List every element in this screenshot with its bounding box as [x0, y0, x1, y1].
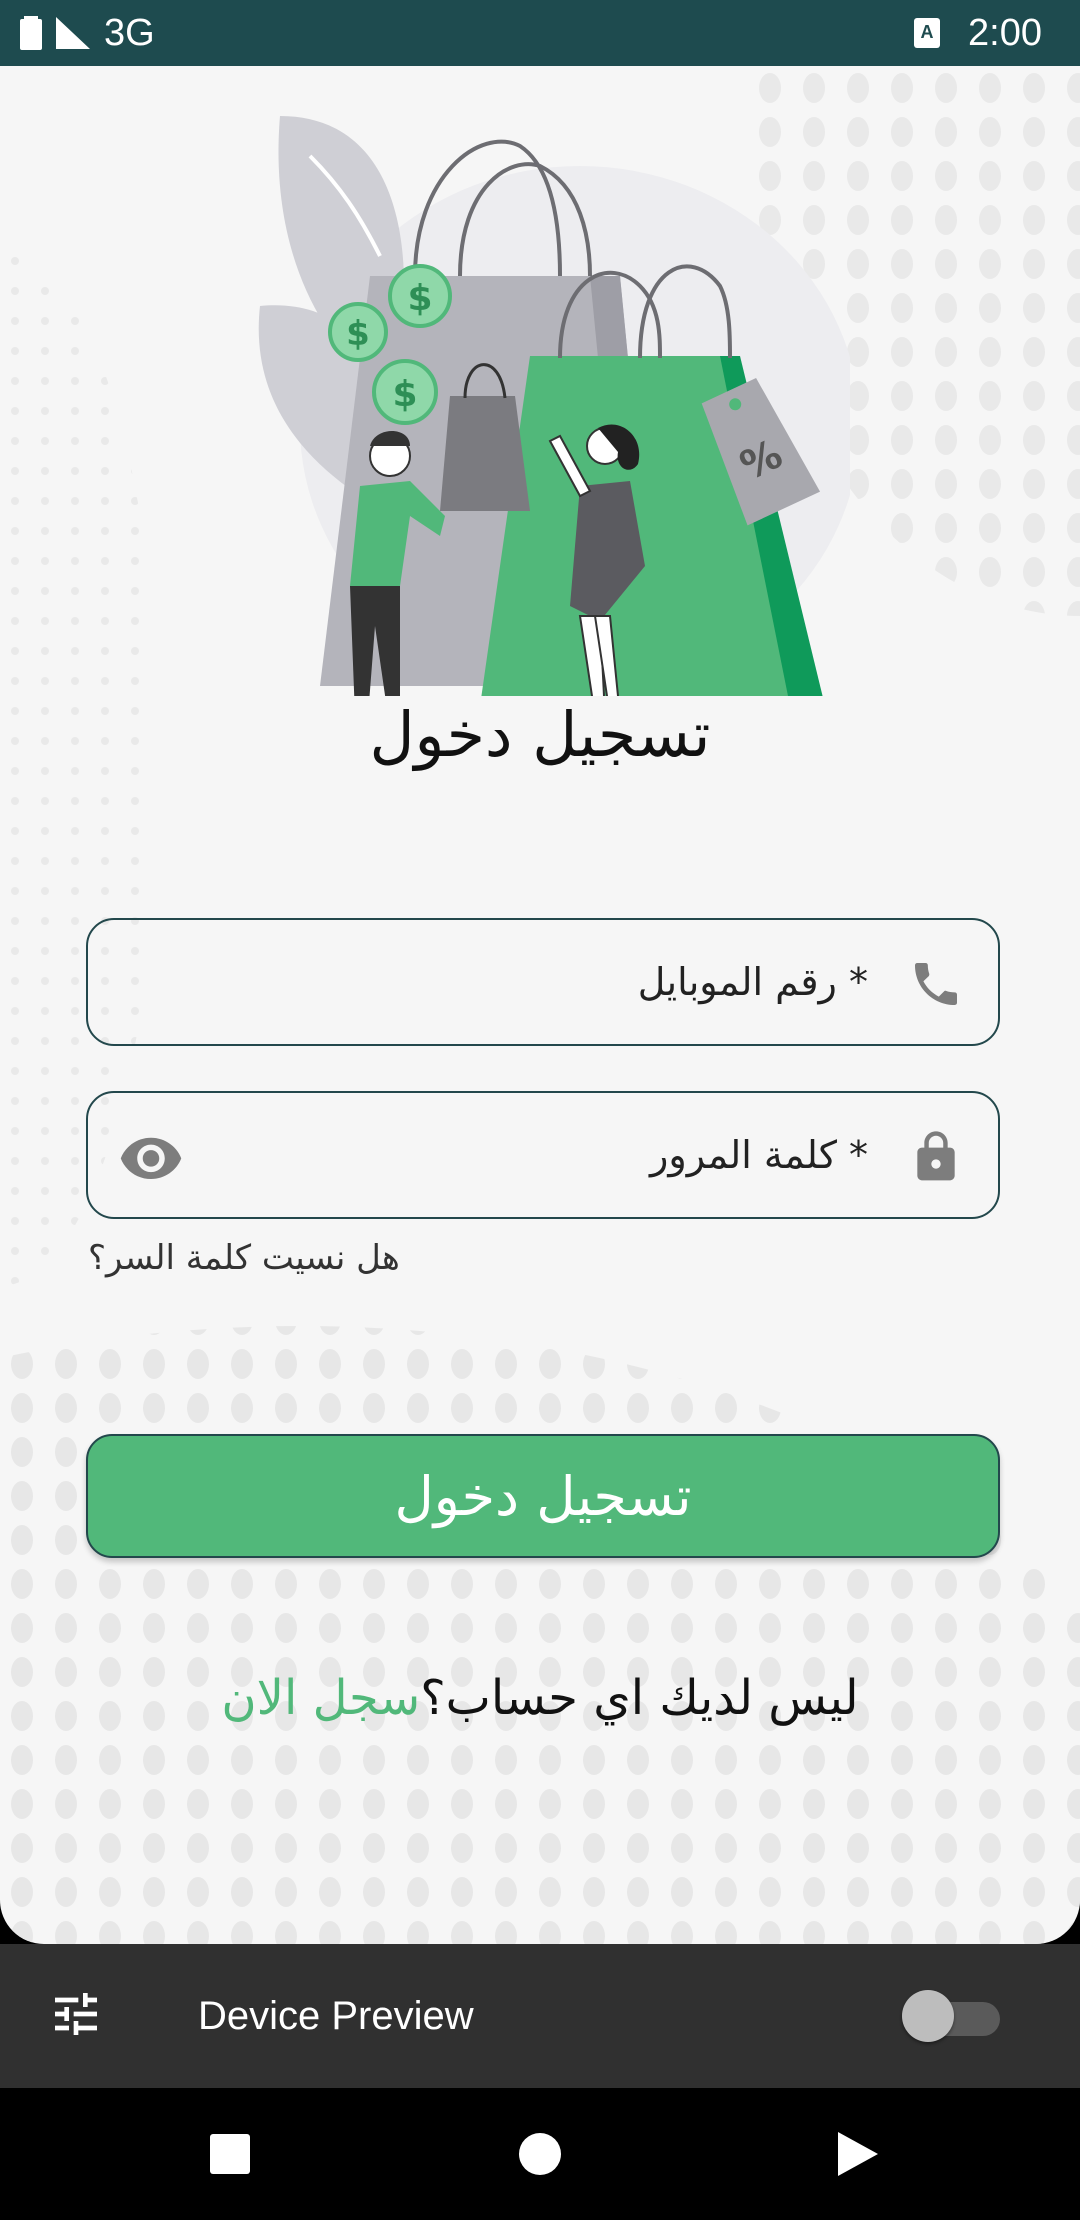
- recents-button[interactable]: [200, 2124, 260, 2184]
- signal-icon: [56, 17, 90, 49]
- battery-icon: [20, 16, 42, 50]
- system-nav-bar: [0, 2088, 1080, 2220]
- app-screen: % $ $ $ تسجيل دخول * رقم الموبايل * كلمة…: [0, 66, 1080, 1944]
- page-title: تسجيل دخول: [369, 698, 711, 771]
- password-field[interactable]: * كلمة المرور: [86, 1091, 1000, 1219]
- back-button[interactable]: [826, 2124, 886, 2184]
- tune-icon[interactable]: [48, 1986, 104, 2042]
- svg-text:A: A: [921, 22, 934, 42]
- toggle-thumb: [902, 1990, 954, 2042]
- phone-field[interactable]: * رقم الموبايل: [86, 918, 1000, 1046]
- svg-text:$: $: [346, 314, 370, 354]
- clock: 2:00: [968, 11, 1042, 54]
- signup-link[interactable]: سجل الان: [221, 1670, 420, 1726]
- lock-icon: [917, 1131, 955, 1181]
- password-field-label: * كلمة المرور: [650, 1132, 868, 1177]
- svg-text:$: $: [407, 278, 432, 319]
- phone-field-label: * رقم الموبايل: [637, 959, 868, 1004]
- keyboard-a-icon: A: [914, 18, 941, 48]
- network-type: 3G: [104, 11, 155, 54]
- home-button[interactable]: [510, 2124, 570, 2184]
- device-preview-bar: Device Preview: [0, 1944, 1080, 2088]
- status-left: 3G: [20, 0, 155, 66]
- status-bar: 3G A 2:00: [0, 0, 1080, 66]
- device-preview-title: Device Preview: [198, 1993, 474, 2038]
- no-account-text: ليس لديك اي حساب؟: [420, 1670, 859, 1726]
- device-preview-toggle[interactable]: [902, 1990, 1000, 2042]
- login-button[interactable]: تسجيل دخول: [86, 1434, 1000, 1558]
- status-right: A 2:00: [914, 0, 1042, 66]
- svg-text:$: $: [392, 374, 417, 415]
- shopping-illustration: % $ $ $: [258, 116, 850, 696]
- eye-icon[interactable]: [118, 1129, 184, 1185]
- signup-prompt: ليس لديك اي حساب؟ سجل الان: [0, 1670, 1080, 1726]
- forgot-password-link[interactable]: هل نسيت كلمة السر؟: [88, 1238, 400, 1278]
- phone-icon: [915, 963, 957, 1005]
